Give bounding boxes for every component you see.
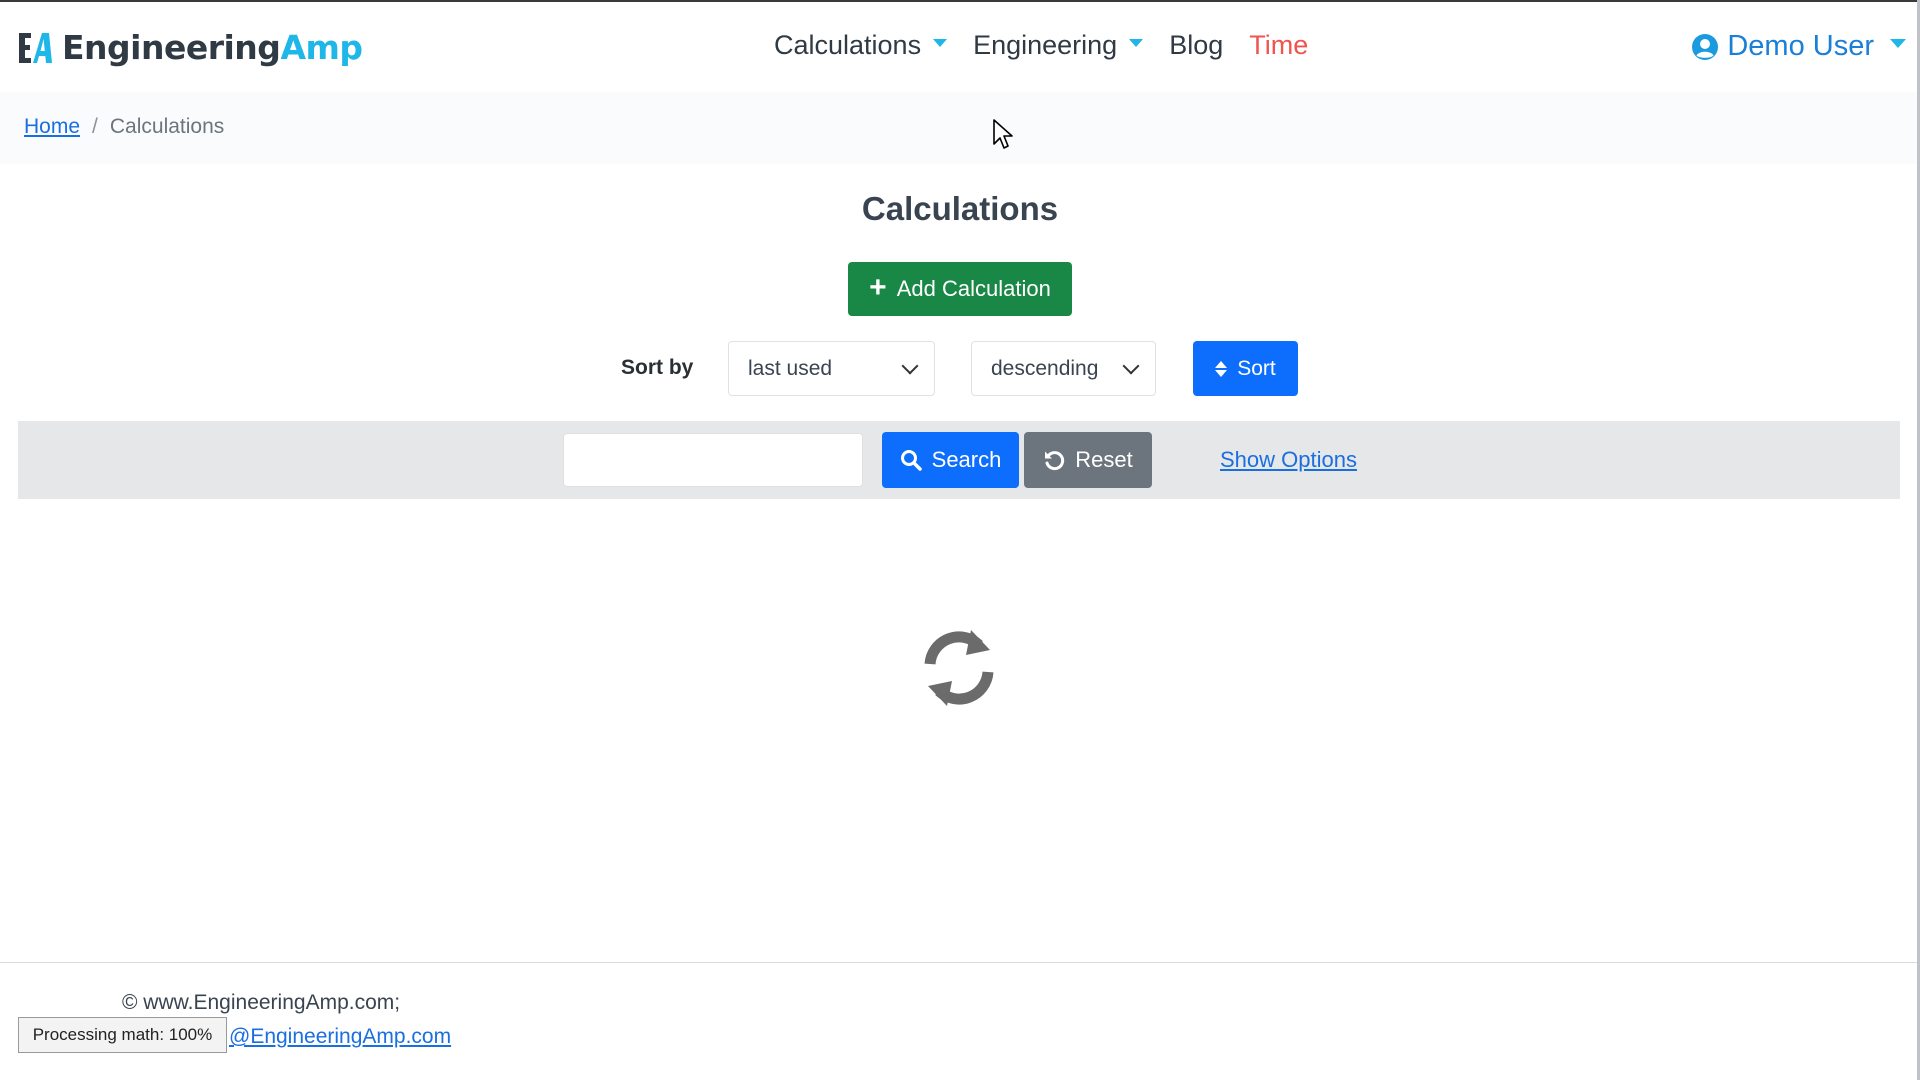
sort-icon bbox=[1215, 360, 1228, 377]
refresh-spinner-icon bbox=[924, 630, 994, 706]
footer: © www.EngineeringAmp.com; @EngineeringAm… bbox=[0, 962, 1920, 1080]
brand-name: EngineeringAmp bbox=[62, 28, 363, 67]
sort-field-select[interactable]: last used bbox=[728, 341, 935, 396]
breadcrumb: Home / Calculations bbox=[24, 115, 224, 139]
undo-icon bbox=[1045, 451, 1065, 471]
nav-engineering[interactable]: Engineering bbox=[973, 30, 1144, 61]
chevron-down-icon bbox=[1122, 357, 1140, 375]
nav-time-label: Time bbox=[1249, 30, 1309, 60]
chevron-down-icon bbox=[933, 38, 948, 47]
add-calculation-label: Add Calculation bbox=[896, 276, 1051, 301]
breadcrumb-separator: / bbox=[92, 115, 98, 138]
nav-blog-label: Blog bbox=[1169, 30, 1224, 60]
reset-button[interactable]: Reset bbox=[1024, 432, 1152, 488]
user-circle-icon bbox=[1692, 33, 1719, 60]
user-menu[interactable]: Demo User bbox=[1691, 30, 1906, 63]
footer-copyright: © www.EngineeringAmp.com; bbox=[122, 991, 401, 1014]
processing-math-status: Processing math: 100% bbox=[18, 1017, 227, 1053]
page-title: Calculations bbox=[861, 190, 1059, 227]
brand-logo-link[interactable]: EngineeringAmp bbox=[16, 28, 363, 67]
show-options-link[interactable]: Show Options bbox=[1220, 447, 1357, 473]
sort-field-value: last used bbox=[748, 356, 833, 380]
reset-button-label: Reset bbox=[1075, 447, 1133, 472]
plus-icon: + bbox=[869, 270, 887, 304]
chevron-down-icon bbox=[1890, 39, 1906, 48]
breadcrumb-current: Calculations bbox=[109, 115, 225, 138]
magnifier-icon bbox=[900, 450, 922, 471]
nav-time[interactable]: Time bbox=[1249, 30, 1308, 61]
nav-calculations[interactable]: Calculations bbox=[774, 30, 948, 61]
brand-logo-icon bbox=[19, 32, 52, 63]
breadcrumb-home-link[interactable]: Home bbox=[24, 115, 80, 139]
sort-button-label: Sort bbox=[1237, 356, 1276, 380]
add-calculation-button[interactable]: + Add Calculation bbox=[848, 262, 1072, 316]
sort-order-select[interactable]: descending bbox=[971, 341, 1156, 396]
nav-engineering-label: Engineering bbox=[973, 30, 1118, 60]
user-name: Demo User bbox=[1727, 30, 1874, 62]
search-button-label: Search bbox=[931, 447, 1002, 472]
chevron-down-icon bbox=[1129, 38, 1144, 47]
search-input[interactable] bbox=[563, 433, 863, 487]
search-button[interactable]: Search bbox=[882, 432, 1019, 488]
top-navbar: EngineeringAmp Calculations Engineering … bbox=[0, 0, 1920, 92]
nav-blog[interactable]: Blog bbox=[1169, 30, 1223, 61]
chevron-down-icon bbox=[901, 357, 919, 375]
footer-email-link[interactable]: @EngineeringAmp.com bbox=[229, 1025, 451, 1049]
sort-by-label: Sort by bbox=[621, 356, 694, 379]
brand-name-part2: Amp bbox=[280, 28, 363, 67]
sort-order-value: descending bbox=[991, 356, 1099, 380]
main-nav: Calculations Engineering Blog Time bbox=[774, 30, 1334, 61]
search-bar: Search Reset Show Options bbox=[18, 421, 1900, 499]
sort-button[interactable]: Sort bbox=[1193, 341, 1298, 396]
mouse-cursor-icon bbox=[993, 119, 1013, 149]
brand-name-part1: Engineering bbox=[62, 28, 281, 67]
nav-calculations-label: Calculations bbox=[774, 30, 922, 60]
breadcrumb-bar: Home / Calculations bbox=[0, 92, 1920, 164]
